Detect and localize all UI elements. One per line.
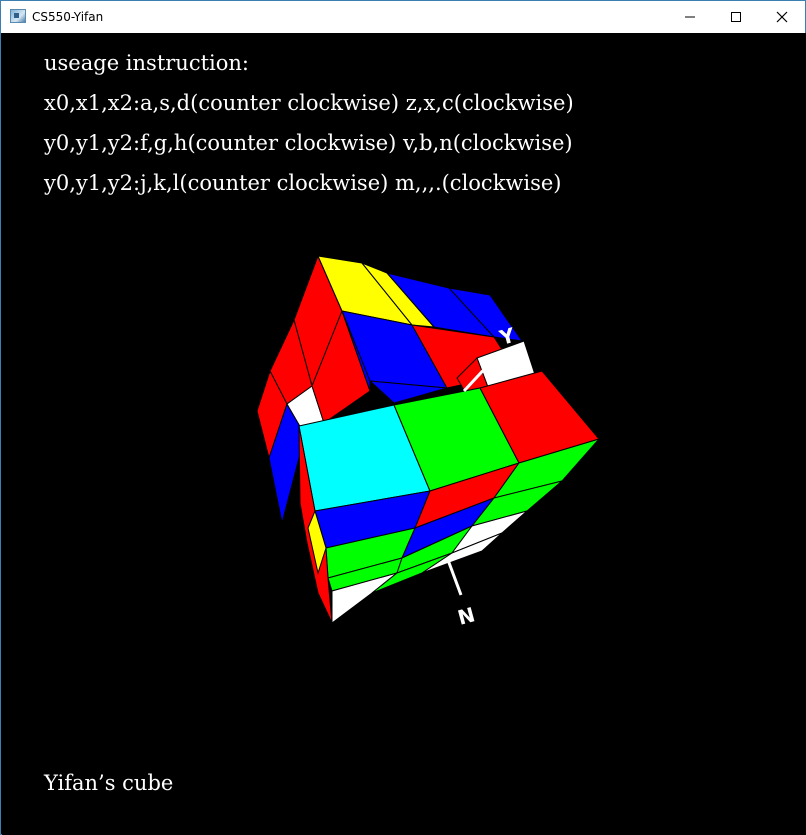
rubiks-cube-render[interactable]: Y N bbox=[2, 33, 806, 835]
window-title: CS550-Yifan bbox=[32, 10, 104, 24]
close-button[interactable] bbox=[759, 1, 805, 33]
z-axis-label: N bbox=[455, 602, 477, 630]
minimize-icon bbox=[685, 16, 695, 18]
minimize-button[interactable] bbox=[667, 1, 713, 33]
render-canvas[interactable]: useage instruction: x0,x1,x2:a,s,d(count… bbox=[2, 33, 806, 835]
title-bar[interactable]: CS550-Yifan bbox=[1, 1, 805, 33]
footer-label: Yifan’s cube bbox=[44, 771, 174, 795]
maximize-button[interactable] bbox=[713, 1, 759, 33]
maximize-icon bbox=[731, 12, 741, 22]
app-window: CS550-Yifan useage instruction: x0,x1,x2… bbox=[0, 0, 806, 835]
window-app-icon[interactable] bbox=[10, 9, 26, 23]
close-icon bbox=[776, 11, 788, 23]
